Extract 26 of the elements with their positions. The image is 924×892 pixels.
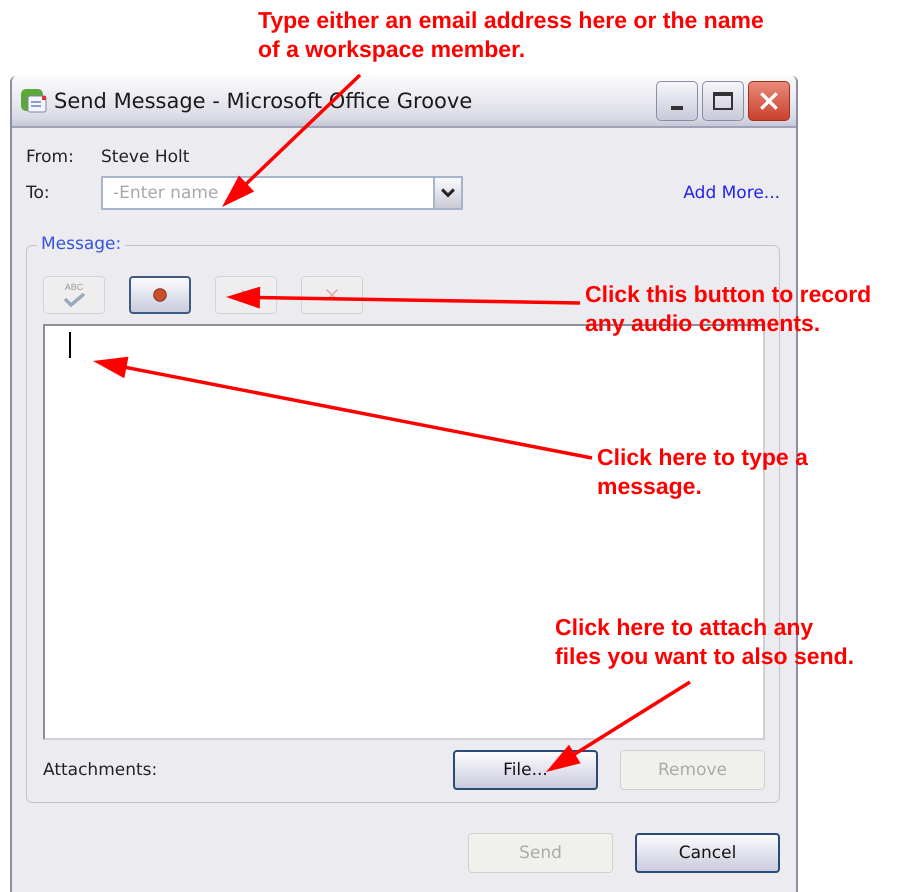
file-button[interactable]: File... [453, 750, 598, 790]
callout-note: Click here to attach any files you want to also send. [555, 613, 854, 671]
callout-note: Click this button to record any audio comments. [585, 280, 872, 338]
add-more-link[interactable]: Add More... [683, 183, 780, 203]
maximize-button[interactable] [702, 81, 744, 121]
dropdown-button[interactable] [433, 176, 463, 210]
callout-note: Type either an email address here or the name of a workspace member. [258, 6, 764, 64]
checkmark-icon [62, 292, 86, 308]
attachments-label: Attachments: [43, 760, 158, 780]
icon-label: ABC [64, 282, 84, 292]
record-button[interactable] [129, 276, 191, 314]
text-cursor [69, 332, 71, 358]
recipient-field[interactable]: -Enter name [101, 176, 433, 210]
delete-icon [323, 286, 341, 304]
chevron-down-icon [441, 187, 455, 199]
record-icon [151, 286, 169, 304]
minimize-button[interactable] [656, 81, 698, 121]
callout-note: Click here to type a message. [597, 443, 808, 501]
to-label: To: [26, 183, 51, 203]
sender-name: Steve Holt [101, 147, 190, 167]
from-label: From: [26, 147, 75, 167]
message-label: Message: [37, 234, 126, 254]
close-icon [758, 90, 780, 112]
close-button[interactable] [748, 81, 790, 121]
cancel-button[interactable]: Cancel [635, 833, 780, 873]
app-icon [20, 87, 48, 115]
